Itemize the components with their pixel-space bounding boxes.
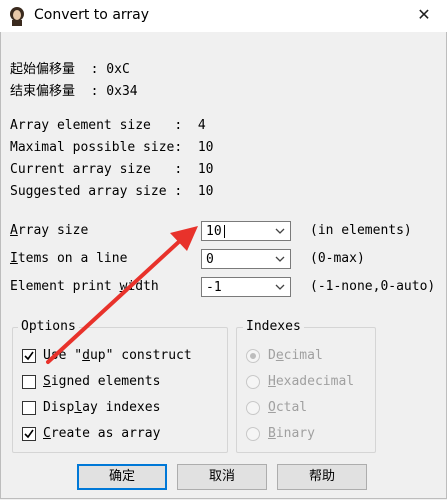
annotation-arrow-icon <box>46 226 198 364</box>
